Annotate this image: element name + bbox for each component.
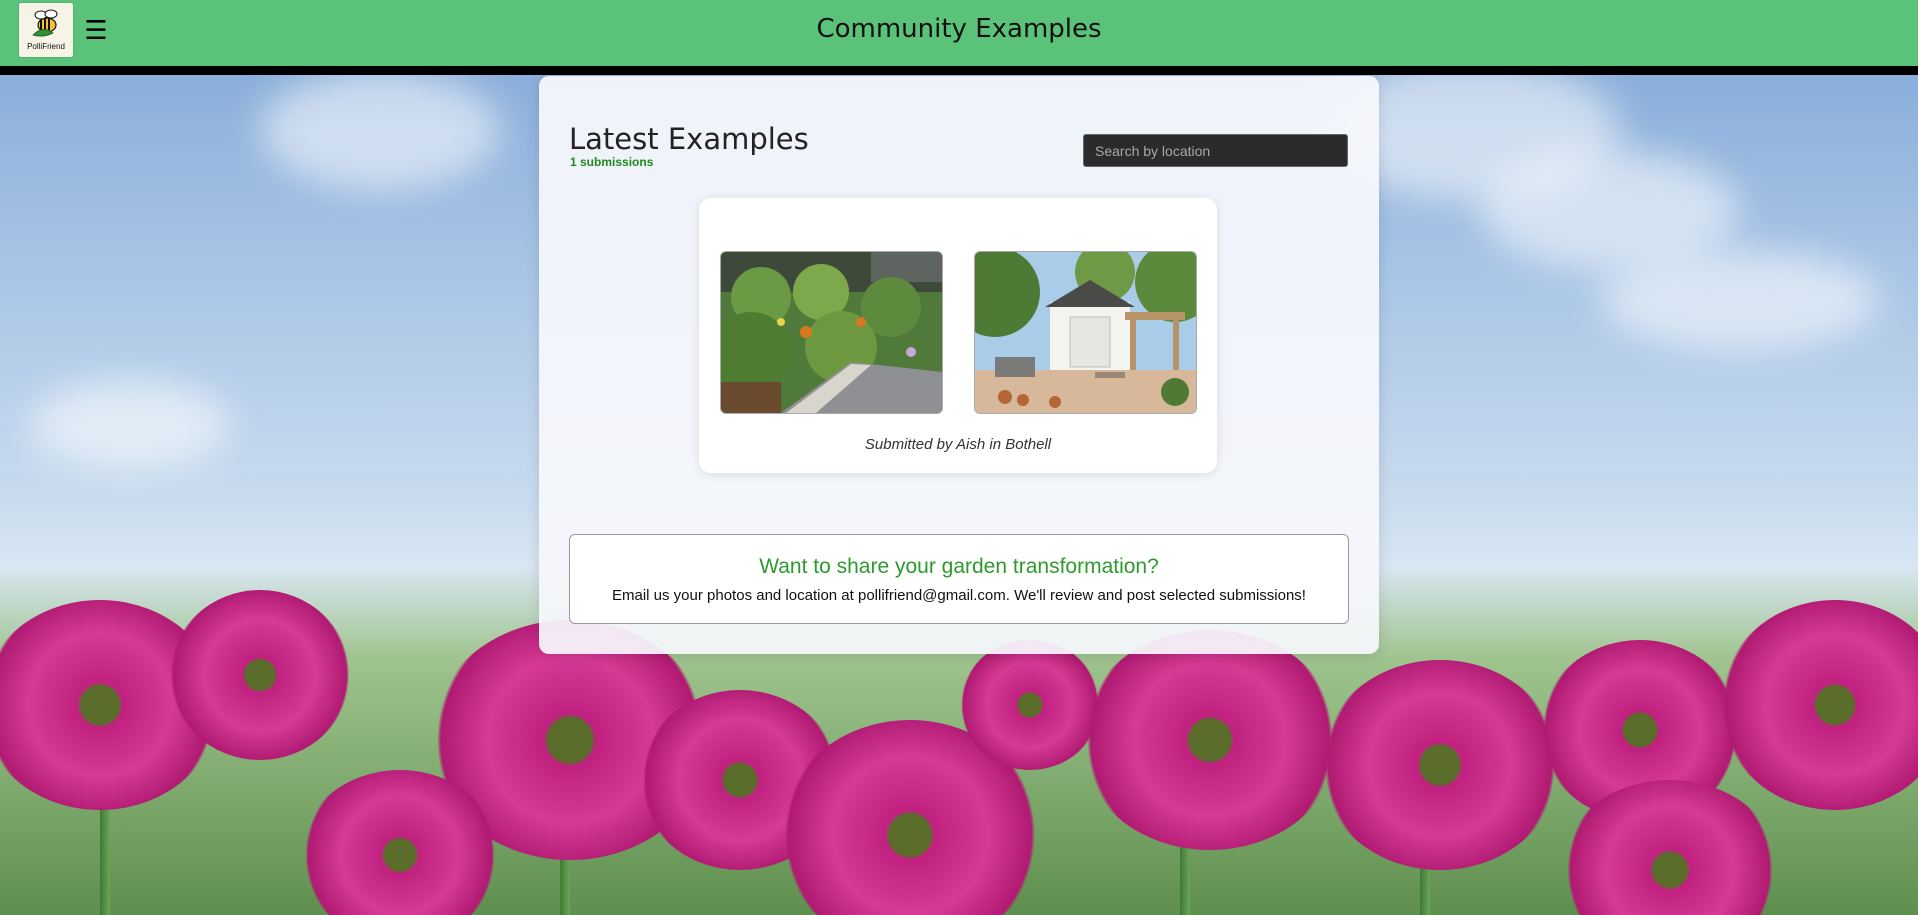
page-title: Community Examples (816, 14, 1102, 44)
garden-before-photo[interactable] (720, 251, 943, 414)
garden-after-photo[interactable] (974, 251, 1197, 414)
location-search-input[interactable] (1083, 134, 1348, 167)
share-title: Want to share your garden transformation… (759, 555, 1159, 578)
submission-card: Submitted by Aish in Bothell (699, 198, 1217, 473)
latest-examples-heading: Latest Examples (569, 122, 809, 156)
share-instructions: Email us your photos and location at pol… (612, 587, 1306, 604)
submission-caption: Submitted by Aish in Bothell (864, 436, 1052, 453)
main-content-card: Latest Examples 1 submissions Search by … (539, 76, 1379, 654)
share-garden-callout: Want to share your garden transformation… (569, 534, 1349, 624)
submission-count: 1 submissions (570, 155, 654, 169)
top-navigation-bar: PolliFriend ☰ Community Examples (0, 0, 1918, 75)
